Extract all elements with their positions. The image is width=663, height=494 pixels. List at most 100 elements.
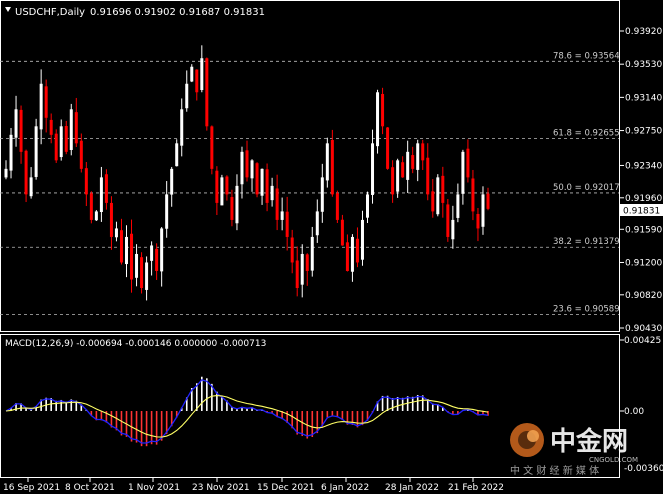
candle-body <box>275 188 279 220</box>
candle-body <box>94 211 98 221</box>
price-tick-label: 0.90820 <box>625 291 662 301</box>
candle-body <box>9 134 13 171</box>
candle-body <box>300 253 304 285</box>
candle-body <box>255 163 259 195</box>
candle-body <box>195 69 199 93</box>
candle-body <box>340 219 344 246</box>
time-tick-label: 23 Nov 2021 <box>192 483 250 493</box>
candle-body <box>265 169 269 203</box>
ohlc-label: 0.91696 0.91902 0.91687 0.91831 <box>90 7 265 18</box>
candle-body <box>446 204 450 237</box>
candle-body <box>466 148 470 178</box>
price-tick-label: 0.93920 <box>625 27 662 37</box>
candle-body <box>401 162 405 178</box>
candle-body <box>486 193 490 209</box>
candle-body <box>135 253 139 278</box>
time-tick-label: 15 Dec 2021 <box>257 483 315 493</box>
candle-body <box>69 109 73 150</box>
candle-body <box>119 230 123 263</box>
candle-body <box>250 160 254 179</box>
price-tick-label: 0.92750 <box>625 127 662 137</box>
fib-label: 23.6 = 0.90589 <box>553 304 620 314</box>
time-tick-label: 16 Sep 2021 <box>3 483 60 493</box>
candle-body <box>34 126 38 177</box>
candle-body <box>386 127 390 169</box>
candle-body <box>230 197 234 220</box>
svg-text:0.91831: 0.91831 <box>623 207 660 217</box>
candle-body <box>190 66 194 82</box>
candle-body <box>305 254 309 271</box>
price-tick-label: 0.91960 <box>625 194 662 204</box>
candle-body <box>200 58 204 91</box>
candle-body <box>360 219 364 260</box>
candle-body <box>371 143 375 195</box>
candle-body <box>54 133 58 161</box>
candle-body <box>416 143 420 170</box>
candle-body <box>79 140 83 169</box>
cngold-watermark: 中金网 CNGOLD.COM 中 文 财 经 新 媒 体 <box>505 418 663 478</box>
candle-body <box>160 228 164 272</box>
candle-body <box>99 177 103 213</box>
price-tick-label: 0.92340 <box>625 161 662 171</box>
candle-body <box>431 191 435 212</box>
candle-body <box>220 177 224 206</box>
candle-body <box>461 151 465 194</box>
candle-body <box>104 174 108 203</box>
fib-label: 78.6 = 0.93564 <box>553 51 620 61</box>
candle-body <box>210 126 214 169</box>
candle-body <box>471 178 475 212</box>
candle-body <box>235 185 239 224</box>
candle-body <box>114 228 118 238</box>
candle-body <box>225 176 229 195</box>
svg-text:0.00: 0.00 <box>624 407 644 417</box>
candle-body <box>366 194 369 218</box>
candle-body <box>59 126 63 158</box>
candle-body <box>350 236 354 272</box>
candle-body <box>44 86 48 118</box>
candle-body <box>345 242 349 271</box>
watermark-domain: CNGOLD.COM <box>589 456 638 464</box>
price-tick-label: 0.90430 <box>625 324 662 334</box>
candle-body <box>376 92 380 147</box>
candle-body <box>456 194 460 218</box>
candle-body <box>39 83 43 130</box>
candle-body <box>170 168 174 195</box>
fib-label: 61.8 = 0.92655 <box>553 129 620 139</box>
candle-body <box>451 219 455 240</box>
candle-body <box>109 202 113 237</box>
candle-body <box>411 155 415 169</box>
current-price-tag: 0.91831 <box>620 204 663 217</box>
fib-label: 50.0 = 0.92017 <box>553 183 620 193</box>
candle-body <box>315 211 319 236</box>
time-tick-label: 8 Oct 2021 <box>65 483 115 493</box>
candle-body <box>145 262 149 290</box>
candle-body <box>29 177 33 197</box>
candle-body <box>165 194 169 229</box>
candle-body <box>150 245 154 261</box>
candle-body <box>280 211 284 220</box>
candle-body <box>441 175 445 203</box>
candle-body <box>396 160 400 192</box>
watermark-brand: 中金网 <box>550 426 628 457</box>
symbol-label: USDCHF,Daily <box>15 7 85 18</box>
time-tick-label: 6 Jan 2022 <box>321 483 369 493</box>
candle-body <box>74 112 78 144</box>
time-tick-label: 28 Jan 2022 <box>385 483 439 493</box>
candle-body <box>290 237 294 263</box>
time-tick-label: 21 Feb 2022 <box>448 483 504 493</box>
candle-body <box>335 193 339 220</box>
time-tick-label: 1 Nov 2021 <box>128 483 180 493</box>
macd-label: MACD(12,26,9) -0.000694 -0.000146 0.0000… <box>5 339 266 349</box>
candle-body <box>436 177 440 215</box>
candle-body <box>130 233 134 280</box>
price-tick-label: 0.91590 <box>625 225 662 235</box>
svg-text:0.00425: 0.00425 <box>624 336 661 346</box>
candle-body <box>285 211 289 237</box>
candle-body <box>406 151 410 180</box>
candle-body <box>330 139 334 195</box>
candle-body <box>49 119 53 135</box>
candle-body <box>320 177 324 212</box>
candle-body <box>205 58 209 127</box>
candle-body <box>325 143 329 181</box>
candle-body <box>175 143 179 167</box>
